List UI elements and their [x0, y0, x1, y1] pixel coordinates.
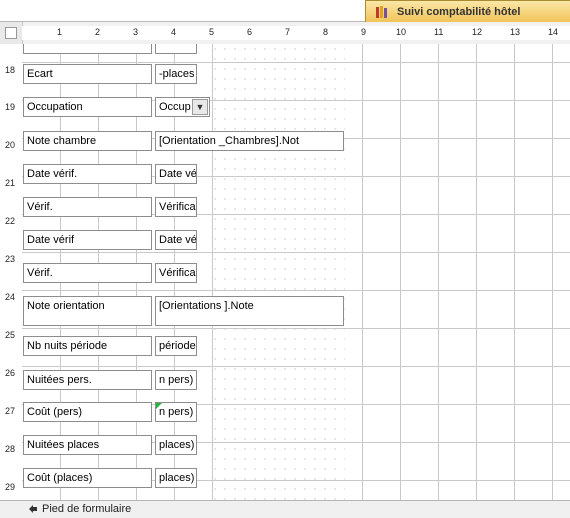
ruler-number: 19	[5, 102, 16, 112]
ruler-number: 8	[323, 27, 329, 37]
ruler-number: 3	[133, 27, 139, 37]
ruler-number: 18	[5, 65, 16, 75]
ruler-number: 29	[5, 482, 16, 492]
form-footer-label: Pied de formulaire	[42, 503, 132, 515]
grid-line	[476, 44, 477, 500]
field-label[interactable]: Occupation	[23, 97, 152, 117]
ruler-number: 22	[5, 216, 16, 226]
ruler-number: 9	[361, 27, 367, 37]
field-label[interactable]: Note chambre	[23, 131, 152, 151]
grid-line	[362, 44, 363, 500]
grid-line	[212, 44, 213, 500]
grid-line	[400, 44, 401, 500]
grid-dots	[210, 44, 345, 500]
form-design-grid[interactable]: Ecart -places Occupation Occup ▼ Note ch…	[22, 44, 570, 500]
field-control[interactable]: période	[155, 336, 197, 356]
ruler-number: 23	[5, 254, 16, 264]
form-selector[interactable]	[0, 22, 23, 44]
field-label[interactable]: Note orientation	[23, 296, 152, 326]
ruler-number: 14	[548, 27, 559, 37]
ruler-number: 21	[5, 178, 16, 188]
grid-line	[552, 44, 553, 500]
field-control[interactable]: places)	[155, 468, 197, 488]
ruler-number: 28	[5, 444, 16, 454]
report-icon	[375, 5, 389, 19]
field-control[interactable]: places)	[155, 435, 197, 455]
ruler-number: 27	[5, 406, 16, 416]
grid-line	[22, 62, 570, 63]
grid-line	[22, 328, 570, 329]
field-label[interactable]: Date vérif	[23, 230, 152, 250]
vertical-ruler[interactable]: 18 19 20 21 22 23 24 25 26 27 28 29	[0, 44, 23, 500]
field-label[interactable]: Nb nuits période	[23, 336, 152, 356]
field-control[interactable]: Date vé	[155, 230, 197, 250]
ruler-number: 20	[5, 140, 16, 150]
field-control[interactable]: n pers)	[155, 370, 197, 390]
form-footer-header[interactable]: Pied de formulaire	[28, 503, 131, 515]
field-label[interactable]: Nuitées places	[23, 435, 152, 455]
field-control[interactable]: Date vé	[155, 164, 197, 184]
field-label[interactable]: Nuitées pers.	[23, 370, 152, 390]
form-selector-box	[5, 27, 17, 39]
field-control[interactable]	[155, 44, 197, 54]
field-label[interactable]: Ecart	[23, 64, 152, 84]
field-label[interactable]: Vérif.	[23, 197, 152, 217]
document-tab-strip: Suivi comptabilité hôtel	[0, 0, 570, 22]
ruler-number: 13	[510, 27, 521, 37]
error-indicator-icon	[156, 403, 162, 409]
combo-value: Occup	[159, 101, 191, 113]
field-control[interactable]: Vérifica	[155, 263, 197, 283]
grid-line	[438, 44, 439, 500]
ruler-number: 24	[5, 292, 16, 302]
section-arrow-icon	[28, 504, 38, 514]
grid-line	[22, 252, 570, 253]
ruler-number: 2	[95, 27, 101, 37]
document-tab[interactable]: Suivi comptabilité hôtel	[365, 0, 570, 22]
field-control[interactable]: [Orientation _Chambres].Not	[155, 131, 344, 151]
field-label[interactable]: Coût (places)	[23, 468, 152, 488]
ruler-number: 1	[57, 27, 63, 37]
horizontal-ruler[interactable]: 1 2 3 4 5 6 7 8 9 10 11 12 13 14	[22, 26, 570, 40]
ruler-number: 7	[285, 27, 291, 37]
grid-line	[22, 366, 570, 367]
field-label[interactable]	[23, 44, 152, 54]
ruler-number: 11	[434, 27, 444, 37]
ruler-number: 12	[472, 27, 483, 37]
ruler-number: 25	[5, 330, 16, 340]
form-footer-section-bar[interactable]: Pied de formulaire	[0, 500, 570, 518]
ruler-number: 5	[209, 27, 215, 37]
grid-line	[514, 44, 515, 500]
ruler-number: 26	[5, 368, 16, 378]
field-control[interactable]: Vérifica	[155, 197, 197, 217]
grid-line	[22, 290, 570, 291]
ruler-number: 10	[396, 27, 407, 37]
document-tab-title: Suivi comptabilité hôtel	[397, 5, 521, 18]
field-control[interactable]: [Orientations ].Note	[155, 296, 344, 326]
chevron-down-icon[interactable]: ▼	[192, 99, 208, 115]
field-label[interactable]: Vérif.	[23, 263, 152, 283]
field-control[interactable]: n pers)	[155, 402, 197, 422]
field-control-text: n pers)	[159, 406, 194, 418]
ruler-number: 6	[247, 27, 253, 37]
combo-box-control[interactable]: Occup ▼	[155, 97, 210, 117]
field-label[interactable]: Date vérif.	[23, 164, 152, 184]
field-label[interactable]: Coût (pers)	[23, 402, 152, 422]
field-control[interactable]: -places	[155, 64, 197, 84]
ruler-number: 4	[171, 27, 177, 37]
